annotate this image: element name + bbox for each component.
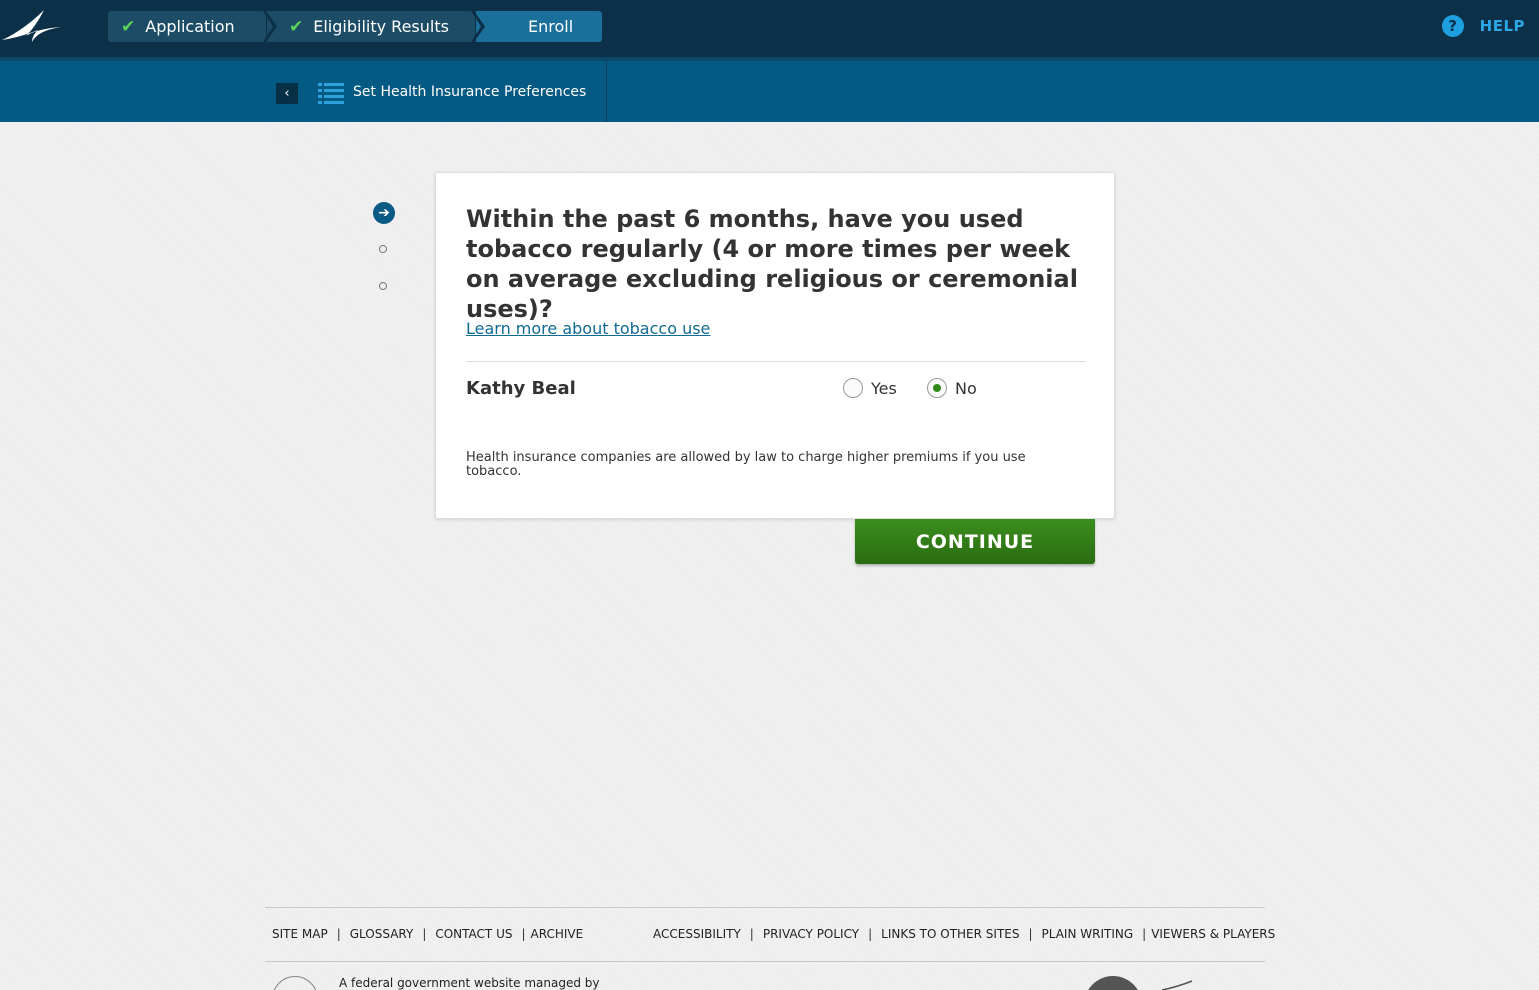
separator: | (521, 927, 526, 941)
footer-link-accessibility[interactable]: ACCESSIBILITY (653, 927, 741, 941)
footer-link-plain-writing[interactable]: PLAIN WRITING (1042, 927, 1134, 941)
step-application[interactable]: ✔ Application (108, 11, 266, 42)
hhs-seal-icon (272, 976, 318, 990)
checkmark-icon: ✔ (289, 16, 304, 37)
federal-website-text: A federal government website managed by (339, 976, 600, 990)
step-label: Enroll (528, 17, 574, 36)
footer-link-archive[interactable]: ARCHIVE (531, 927, 584, 941)
top-navigation-bar: ✔ Application ✔ Eligibility Results Enro… (0, 0, 1539, 57)
section-title: Set Health Insurance Preferences (353, 84, 587, 100)
footer-links-left: SITE MAP | GLOSSARY | CONTACT US | ARCHI… (272, 927, 583, 941)
divider (466, 361, 1086, 362)
divider (606, 61, 607, 122)
back-button[interactable]: ‹ (276, 83, 298, 104)
footer-links-right: ACCESSIBILITY | PRIVACY POLICY | LINKS T… (653, 927, 1275, 941)
footer-link-contact-us[interactable]: CONTACT US (435, 927, 512, 941)
help-icon: ? (1441, 15, 1464, 37)
radio-label: Yes (871, 378, 897, 398)
step-eligibility-results[interactable]: ✔ Eligibility Results (267, 11, 475, 42)
footer-link-glossary[interactable]: GLOSSARY (350, 927, 414, 941)
footer-divider (265, 961, 1265, 962)
checkmark-icon: ✔ (121, 16, 136, 37)
separator: | (422, 927, 427, 941)
learn-more-link[interactable]: Learn more about tobacco use (466, 319, 710, 338)
section-header-bar: ‹ Set Health Insurance Preferences (0, 57, 1539, 122)
footer-link-site-map[interactable]: SITE MAP (272, 927, 328, 941)
step-label: Eligibility Results (313, 17, 449, 36)
person-name: Kathy Beal (466, 378, 576, 399)
help-button[interactable]: ? HELP (1441, 15, 1525, 37)
radio-option-no[interactable]: No (927, 378, 977, 398)
footer-divider (265, 907, 1265, 908)
help-label: HELP (1479, 17, 1525, 35)
separator: | (1142, 927, 1147, 941)
progress-steps: ✔ Application ✔ Eligibility Results Enro… (108, 11, 602, 42)
separator: | (749, 927, 754, 941)
cms-logo-icon (1161, 980, 1193, 990)
step-label: Application (145, 17, 235, 36)
radio-option-yes[interactable]: Yes (843, 378, 897, 398)
question-card: Within the past 6 months, have you used … (435, 172, 1115, 519)
step-dot-icon (379, 282, 387, 290)
radio-label: No (955, 378, 977, 398)
step-enroll[interactable]: Enroll (476, 11, 602, 42)
chevron-left-icon: ‹ (284, 86, 290, 101)
current-step-arrow-icon: ➔ (373, 202, 395, 224)
footer-link-privacy-policy[interactable]: PRIVACY POLICY (763, 927, 859, 941)
separator: | (336, 927, 341, 941)
radio-no[interactable] (927, 378, 947, 398)
footer-link-viewers-players[interactable]: VIEWERS & PLAYERS (1151, 927, 1275, 941)
step-separator-icon (471, 11, 485, 42)
cms-seal-icon (1084, 976, 1142, 990)
separator: | (868, 927, 873, 941)
logo-icon[interactable] (2, 8, 64, 44)
step-separator-icon (263, 11, 277, 42)
question-text: Within the past 6 months, have you used … (466, 205, 1078, 323)
separator: | (1028, 927, 1033, 941)
disclaimer-text: Health insurance companies are allowed b… (466, 450, 1026, 479)
continue-button[interactable]: CONTINUE (855, 519, 1095, 564)
footer-link-links-to-other-sites[interactable]: LINKS TO OTHER SITES (881, 927, 1019, 941)
radio-yes[interactable] (843, 378, 863, 398)
list-icon[interactable] (318, 82, 344, 104)
step-dot-icon (379, 245, 387, 253)
